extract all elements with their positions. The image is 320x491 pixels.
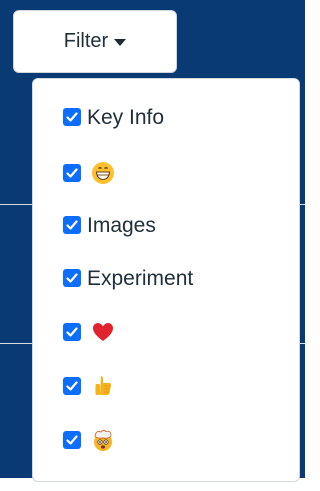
- checkbox-checked[interactable]: [63, 108, 81, 126]
- exploding-head-emoji-icon: [94, 429, 112, 451]
- checkmark-icon: [66, 327, 78, 337]
- filter-option-grinning-face[interactable]: [63, 158, 115, 188]
- red-heart-emoji-icon: [93, 323, 113, 341]
- checkbox-checked[interactable]: [63, 269, 81, 287]
- filter-option-key-info[interactable]: Key Info: [63, 102, 164, 132]
- checkmark-icon: [66, 112, 78, 122]
- checkmark-icon: [66, 381, 78, 391]
- filter-dropdown-menu: Key Info Images Experiment: [32, 78, 300, 482]
- background-divider: [0, 204, 32, 205]
- filter-option-images[interactable]: Images: [63, 210, 156, 240]
- filter-option-label: Key Info: [87, 105, 165, 129]
- filter-option-label: Images: [87, 213, 156, 237]
- background-divider: [0, 343, 32, 344]
- grinning-face-emoji-icon: [92, 162, 114, 184]
- filter-option-experiment[interactable]: Experiment: [63, 263, 193, 293]
- filter-option-red-heart[interactable]: [63, 317, 115, 347]
- background-divider: [300, 204, 305, 205]
- checkmark-icon: [66, 168, 78, 178]
- checkbox-checked[interactable]: [63, 323, 81, 341]
- background-divider: [300, 343, 305, 344]
- thumbs-up-emoji-icon: [95, 376, 112, 395]
- filter-option-label: Experiment: [87, 266, 194, 290]
- caret-down-icon: [114, 39, 127, 46]
- checkbox-checked[interactable]: [63, 164, 81, 182]
- checkmark-icon: [66, 273, 78, 283]
- checkbox-checked[interactable]: [63, 216, 81, 234]
- checkbox-checked[interactable]: [63, 431, 81, 449]
- checkmark-icon: [66, 220, 78, 230]
- checkmark-icon: [66, 435, 78, 445]
- checkbox-checked[interactable]: [63, 377, 81, 395]
- filter-button-label: Filter: [63, 30, 109, 52]
- filter-dropdown-button[interactable]: Filter: [13, 10, 177, 73]
- filter-option-exploding-head[interactable]: [63, 425, 115, 455]
- filter-option-thumbs-up[interactable]: [63, 371, 115, 401]
